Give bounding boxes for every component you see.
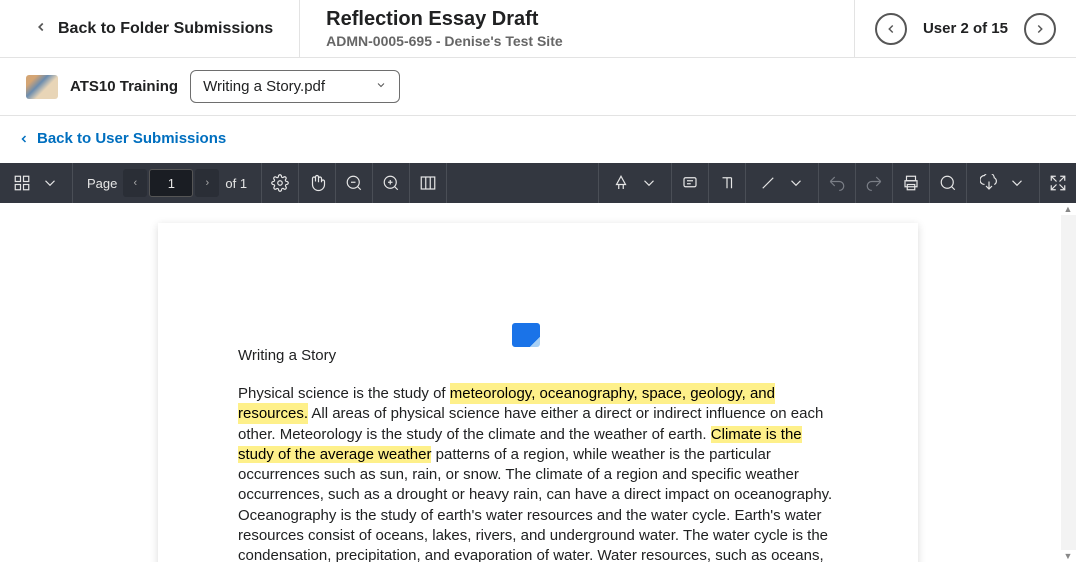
undo-button[interactable]: [819, 163, 855, 203]
highlighter-dropdown[interactable]: [635, 163, 663, 203]
fullscreen-button[interactable]: [1040, 163, 1076, 203]
sticky-note-icon[interactable]: [512, 323, 540, 347]
document-viewer: ▲ ▼ Writing a Story Physical science is …: [0, 203, 1076, 562]
zoom-out-button[interactable]: [336, 163, 372, 203]
thumbnails-dropdown[interactable]: [36, 163, 64, 203]
document-body: Physical science is the study of meteoro…: [238, 384, 838, 562]
pan-tool-button[interactable]: [299, 163, 335, 203]
user-counter-label: User 2 of 15: [923, 20, 1008, 37]
page-layout-button[interactable]: [410, 163, 446, 203]
user-navigation: User 2 of 15: [854, 0, 1076, 57]
redo-button[interactable]: [856, 163, 892, 203]
student-name-label: ATS10 Training: [70, 78, 178, 95]
print-button[interactable]: [893, 163, 929, 203]
back-to-user-submissions-link[interactable]: Back to User Submissions: [18, 130, 1058, 147]
scroll-down-icon[interactable]: ▼: [1062, 550, 1074, 562]
scrollbar-track[interactable]: [1061, 215, 1076, 550]
back-folder-label: Back to Folder Submissions: [58, 20, 273, 38]
search-button[interactable]: [930, 163, 966, 203]
next-user-button[interactable]: [1024, 13, 1056, 45]
download-dropdown[interactable]: [1003, 163, 1031, 203]
page-label: Page: [87, 176, 117, 191]
settings-button[interactable]: [262, 163, 298, 203]
file-selected-label: Writing a Story.pdf: [203, 78, 325, 95]
title-block: Reflection Essay Draft ADMN-0005-695 - D…: [300, 0, 854, 57]
line-tool-button[interactable]: [754, 163, 782, 203]
assignment-title: Reflection Essay Draft: [326, 8, 828, 31]
doc-text: Oceanography is the study of earth's wat…: [238, 507, 828, 563]
back-to-folder-link[interactable]: Back to Folder Submissions: [0, 0, 300, 57]
chevron-down-icon: [375, 79, 387, 94]
file-selector-dropdown[interactable]: Writing a Story.pdf: [190, 70, 400, 103]
page-number-input[interactable]: [149, 169, 193, 197]
prev-user-button[interactable]: [875, 13, 907, 45]
doc-text: Physical science is the study of: [238, 385, 450, 402]
prev-page-button[interactable]: ‹: [123, 169, 147, 197]
course-subtitle: ADMN-0005-695 - Denise's Test Site: [326, 33, 828, 49]
scroll-up-icon[interactable]: ▲: [1062, 203, 1074, 215]
highlighter-tool-button[interactable]: [607, 163, 635, 203]
page-total-label: of 1: [225, 176, 247, 191]
student-avatar: [26, 75, 58, 99]
zoom-in-button[interactable]: [373, 163, 409, 203]
line-tool-dropdown[interactable]: [782, 163, 810, 203]
chevron-left-icon: [34, 18, 48, 39]
next-page-button[interactable]: ›: [195, 169, 219, 197]
document-page: Writing a Story Physical science is the …: [158, 223, 918, 562]
text-tool-button[interactable]: [709, 163, 745, 203]
thumbnails-button[interactable]: [8, 163, 36, 203]
download-button[interactable]: [975, 163, 1003, 203]
back-user-label: Back to User Submissions: [37, 130, 226, 147]
document-title: Writing a Story: [238, 347, 838, 364]
note-tool-button[interactable]: [672, 163, 708, 203]
